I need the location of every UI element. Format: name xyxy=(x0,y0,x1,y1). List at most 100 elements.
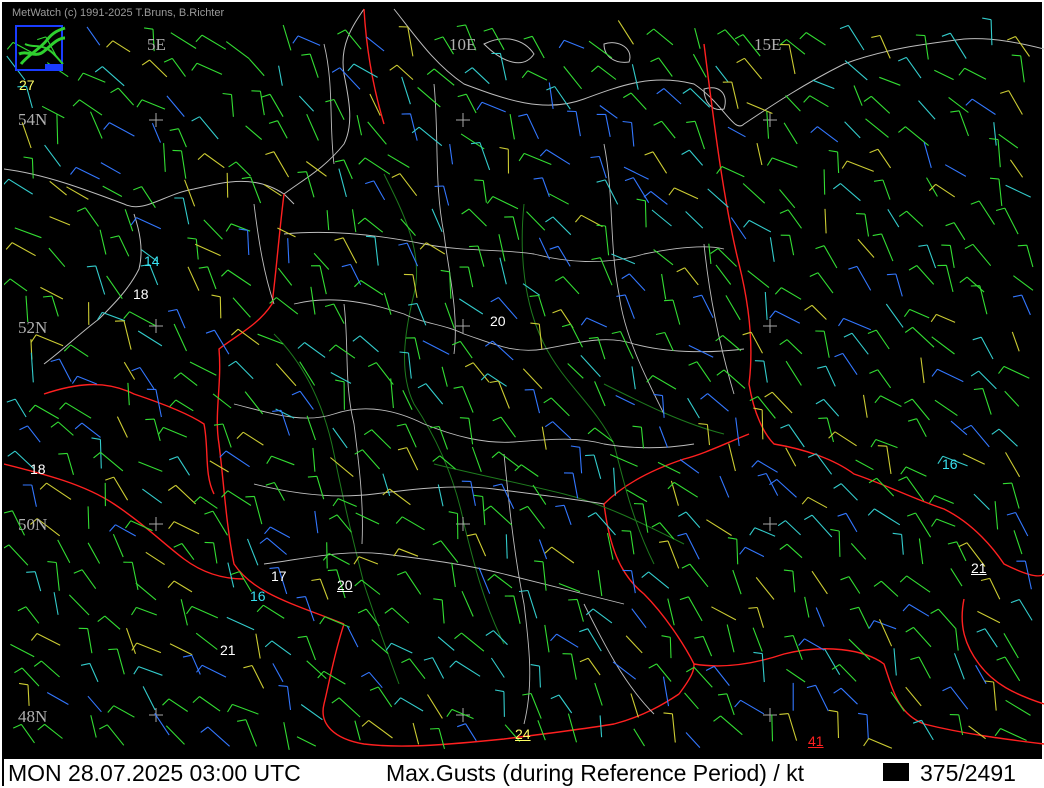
wind-barb xyxy=(692,53,707,78)
wind-barb xyxy=(679,459,700,474)
wind-barb xyxy=(617,20,634,45)
wind-barb xyxy=(63,344,89,358)
wind-barb xyxy=(444,302,455,329)
wind-barb xyxy=(296,736,317,747)
wind-barb xyxy=(265,151,290,178)
wind-barb xyxy=(830,528,841,557)
wind-barb xyxy=(838,317,872,331)
wind-barb xyxy=(174,197,190,225)
grid-label-48n: 48N xyxy=(18,707,48,726)
wind-barb xyxy=(958,67,987,80)
wind-barb xyxy=(686,120,706,150)
map-canvas[interactable] xyxy=(4,4,1044,759)
wind-barb xyxy=(588,40,613,59)
wind-barb xyxy=(594,682,603,706)
wind-barb xyxy=(459,266,474,288)
wind-barb xyxy=(756,142,763,166)
wind-barb xyxy=(162,698,189,712)
wind-barb xyxy=(715,65,729,83)
wind-barb xyxy=(998,133,1019,149)
wind-barb xyxy=(810,126,839,143)
wind-barb xyxy=(980,577,1001,600)
wind-barb xyxy=(237,719,258,747)
wind-barb xyxy=(28,404,59,420)
wind-barb xyxy=(944,164,967,177)
wind-barb xyxy=(809,272,834,294)
wind-barb xyxy=(543,397,570,417)
wind-barb xyxy=(474,179,487,203)
wind-barb xyxy=(441,366,448,387)
status-datetime: MON 28.07.2025 03:00 UTC xyxy=(8,760,301,786)
wind-barb xyxy=(907,512,932,538)
wind-barb xyxy=(33,660,60,678)
wind-barb xyxy=(354,579,381,595)
wind-barb xyxy=(238,228,250,256)
wind-barb xyxy=(779,713,798,741)
wind-barb xyxy=(844,121,861,139)
wind-barb xyxy=(167,484,196,505)
wind-barb xyxy=(277,267,293,286)
wind-barb xyxy=(102,185,123,197)
wind-barb xyxy=(135,582,157,601)
wind-barb xyxy=(133,186,156,209)
wind-barb xyxy=(798,638,825,651)
wind-barb xyxy=(681,563,709,588)
wind-barb xyxy=(840,576,861,594)
wind-barb xyxy=(873,179,891,200)
wind-barb xyxy=(676,267,699,286)
wind-barb xyxy=(934,399,958,417)
wind-barb xyxy=(282,24,292,51)
wind-barb xyxy=(824,648,841,675)
wind-barb xyxy=(650,57,673,77)
wind-barb xyxy=(530,664,541,688)
wind-barb xyxy=(291,390,314,410)
wind-barb xyxy=(30,633,61,646)
wind-barb xyxy=(730,217,747,240)
wind-barb xyxy=(278,685,292,710)
wind-barb xyxy=(555,276,580,295)
wind-barb xyxy=(984,680,997,711)
wind-barb xyxy=(623,92,647,110)
wind-barb xyxy=(625,635,643,654)
wind-barb xyxy=(667,481,698,498)
wind-barb xyxy=(1016,560,1032,590)
wind-barb xyxy=(99,229,107,255)
wind-barb xyxy=(301,53,319,78)
wind-barb xyxy=(264,640,292,656)
wind-barb xyxy=(157,426,188,438)
wind-barb xyxy=(23,156,34,179)
wind-barb xyxy=(970,200,995,225)
grid-label-54n: 54N xyxy=(18,110,48,129)
wind-barb xyxy=(867,329,890,350)
wind-barb xyxy=(454,632,485,652)
wind-barb xyxy=(1002,482,1020,509)
wind-barb xyxy=(499,257,507,285)
wind-barb xyxy=(785,95,801,112)
time-slider-handle[interactable] xyxy=(883,763,909,781)
wind-barb xyxy=(191,62,223,75)
wind-barb xyxy=(306,660,327,680)
wind-barb xyxy=(221,269,252,286)
wind-barb xyxy=(437,636,455,651)
wind-barb xyxy=(227,703,259,715)
wind-barb xyxy=(910,656,931,679)
wind-barb xyxy=(783,569,796,593)
wind-barb xyxy=(863,737,893,749)
wind-barb xyxy=(449,144,454,165)
wind-barb xyxy=(684,692,699,710)
wind-barb xyxy=(347,63,378,78)
wind-barb xyxy=(306,415,317,441)
wind-barb xyxy=(486,196,519,210)
wind-barb xyxy=(766,157,798,168)
station-value: 21 xyxy=(971,560,987,576)
wind-barb xyxy=(225,41,250,60)
wind-barb xyxy=(754,360,768,383)
wind-barb xyxy=(991,428,1018,447)
wind-barb xyxy=(495,689,505,717)
wind-barb xyxy=(509,114,515,140)
wind-barb xyxy=(166,95,185,117)
wind-barb xyxy=(105,476,129,501)
wind-barb xyxy=(19,425,41,443)
wind-barb xyxy=(596,113,611,138)
wind-barb xyxy=(580,355,601,378)
